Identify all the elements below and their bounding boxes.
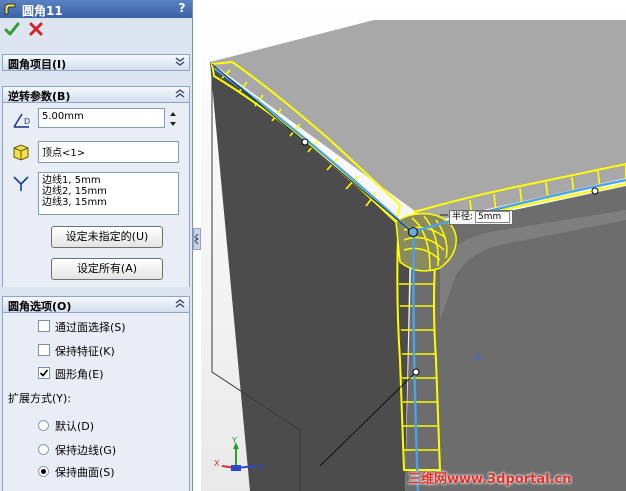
select-through-faces-label: 通过面选择(S) [55, 321, 126, 334]
group-fillet-items-header[interactable]: 圆角项目(I) [2, 54, 190, 71]
edge-item[interactable]: 边线3, 15mm [42, 197, 175, 208]
spin-arrows-icon[interactable] [168, 110, 178, 128]
overflow-keep-surface-radio[interactable] [38, 466, 49, 477]
panel-collapse-handle[interactable] [193, 228, 201, 250]
round-corners-checkbox[interactable] [38, 367, 50, 379]
vertex-icon [13, 144, 29, 161]
chevron-up-icon[interactable] [175, 89, 185, 99]
model-view[interactable]: Y Z X [201, 0, 626, 491]
overflow-keep-surface-label: 保持曲面(S) [55, 466, 115, 479]
overflow-default-label: 默认(D) [55, 420, 95, 433]
property-manager: 圆角11 ? 圆角项目(I) 逆转参数(B) D 5.00mm 顶点<1> 边线… [0, 0, 193, 491]
distance-icon: D [13, 113, 30, 128]
edge-item[interactable]: 边线1, 5mm [42, 175, 175, 186]
group-fillet-options-header[interactable]: 圆角选项(O) [2, 296, 190, 313]
ok-checkmark-icon[interactable] [4, 21, 20, 37]
select-through-faces-checkbox[interactable] [38, 320, 50, 332]
svg-text:D: D [24, 117, 30, 126]
triad-y-label: Y [231, 436, 237, 445]
keep-features-label: 保持特征(K) [55, 345, 115, 358]
set-all-button[interactable]: 设定所有(A) [51, 258, 163, 280]
round-corners-label: 圆形角(E) [55, 368, 104, 381]
feature-title: 圆角11 [22, 4, 63, 18]
vertex-selection-value: 顶点<1> [42, 148, 86, 159]
overflow-type-label: 扩展方式(Y): [8, 392, 72, 405]
chevron-down-icon[interactable] [175, 57, 185, 67]
edges-icon [13, 176, 29, 191]
radius-callout-value[interactable]: 5mm [475, 211, 511, 223]
chevron-up-icon[interactable] [175, 299, 185, 309]
overflow-keep-edge-radio[interactable] [38, 444, 49, 455]
vertex-selection-box[interactable]: 顶点<1> [38, 141, 179, 163]
triad-x-label: X [214, 459, 220, 468]
radius-callout[interactable]: 半径: 5mm [449, 210, 514, 225]
radius-callout-label: 半径: [452, 212, 474, 222]
checkmark-icon [39, 369, 49, 377]
group-fillet-options-label: 圆角选项(O) [8, 300, 72, 313]
property-manager-titlebar: 圆角11 ? [0, 0, 192, 18]
overflow-default-radio[interactable] [38, 420, 49, 431]
setback-distance-input[interactable]: 5.00mm [38, 108, 165, 128]
collapse-arrows-icon [194, 233, 199, 245]
graphics-area[interactable]: Y Z X [201, 0, 626, 491]
help-button[interactable]: ? [175, 1, 189, 16]
group-setback-label: 逆转参数(B) [8, 90, 71, 103]
overflow-keep-edge-label: 保持边线(G) [55, 444, 117, 457]
triad-z-label: Z [258, 463, 264, 472]
cancel-x-icon[interactable] [28, 21, 44, 37]
group-setback-header[interactable]: 逆转参数(B) [2, 86, 190, 103]
keep-features-checkbox[interactable] [38, 344, 50, 356]
watermark: 三维网www.3dportal.cn [408, 472, 572, 487]
edge-item[interactable]: 边线2, 15mm [42, 186, 175, 197]
set-unassigned-button[interactable]: 设定未指定的(U) [51, 226, 163, 248]
fillet-feature-icon [4, 3, 16, 15]
setback-edges-list[interactable]: 边线1, 5mm 边线2, 15mm 边线3, 15mm [38, 172, 179, 215]
setback-distance-value: 5.00mm [42, 111, 84, 122]
group-fillet-items-label: 圆角项目(I) [8, 58, 67, 71]
